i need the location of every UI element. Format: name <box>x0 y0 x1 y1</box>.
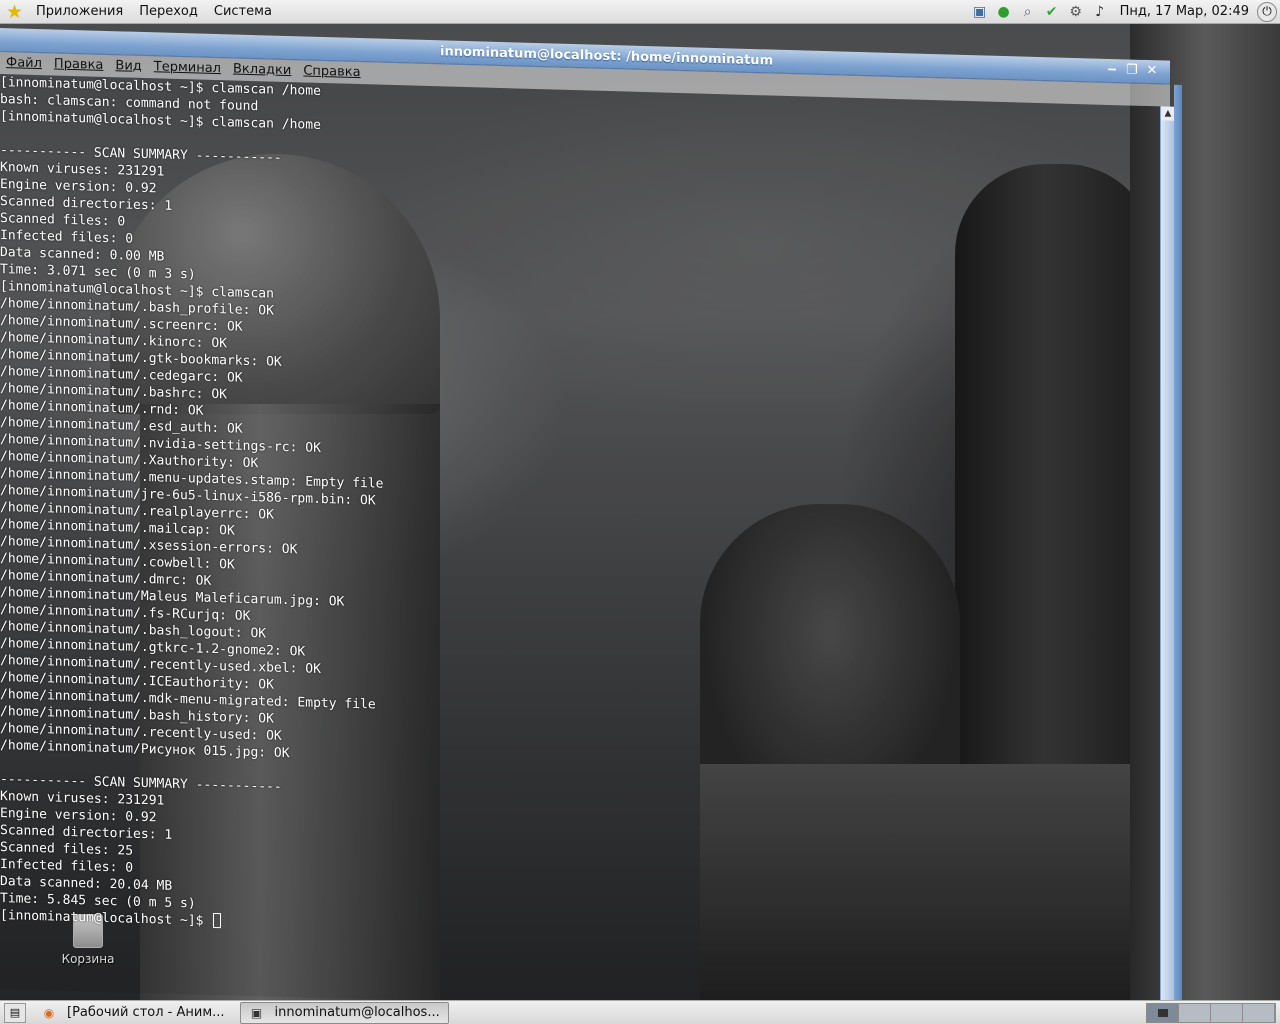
update-check-icon[interactable]: ✔ <box>1042 2 1062 22</box>
taskbar-item-label: [Рабочий стол - Аним... <box>67 1005 225 1020</box>
terminal-icon: ▣ <box>250 1005 263 1020</box>
firefox-icon: ◉ <box>43 1005 55 1020</box>
show-desktop-icon[interactable]: ▤ <box>4 1002 26 1023</box>
window-controls: ‒ ❐ ✕ <box>1102 61 1162 81</box>
menu-system[interactable]: Система <box>206 0 280 24</box>
taskbar-item-label: innominatum@localhos... <box>274 1005 440 1020</box>
menu-edit[interactable]: Правка <box>48 53 109 77</box>
workspace-1[interactable] <box>1147 1003 1179 1022</box>
workspace-2[interactable] <box>1179 1003 1211 1022</box>
taskbar-item[interactable]: ◉ [Рабочий стол - Аним... <box>32 1002 234 1024</box>
green-status-icon[interactable]: ● <box>994 2 1014 22</box>
terminal-output[interactable]: [innominatum@localhost ~]$ clamscan /hom… <box>0 74 1160 1022</box>
menu-tabs[interactable]: Вкладки <box>227 58 297 82</box>
power-icon[interactable]: ⏻ <box>1257 1 1277 22</box>
menu-help[interactable]: Справка <box>297 60 366 84</box>
volume-icon[interactable]: ♪ <box>1090 2 1110 22</box>
taskbar-item-active[interactable]: ▣ innominatum@localhos... <box>239 1001 449 1024</box>
close-button[interactable]: ✕ <box>1142 62 1162 81</box>
network-tools-icon[interactable]: ⚙ <box>1066 2 1086 22</box>
top-panel: ★ Приложения Переход Система ▣ ● ⌕ ✔ ⚙ ♪… <box>0 0 1280 24</box>
workspace-4[interactable] <box>1243 1003 1275 1022</box>
menu-places[interactable]: Переход <box>131 0 206 24</box>
search-icon[interactable]: ⌕ <box>1018 2 1038 22</box>
menu-terminal[interactable]: Терминал <box>148 56 227 80</box>
bottom-panel: ▤ ◉ [Рабочий стол - Аним... ▣ innominatu… <box>0 1000 1280 1024</box>
network-icon[interactable]: ▣ <box>970 2 990 22</box>
menu-view[interactable]: Вид <box>109 55 147 78</box>
menu-applications[interactable]: Приложения <box>28 0 131 24</box>
terminal-cursor <box>213 912 222 929</box>
workspace-3[interactable] <box>1211 1003 1243 1022</box>
terminal-window[interactable]: innominatum@localhost: /home/innominatum… <box>0 28 1182 1024</box>
workspace-switcher <box>1146 1002 1276 1023</box>
minimize-button[interactable]: ‒ <box>1102 61 1122 80</box>
system-tray: ▣ ● ⌕ ✔ ⚙ ♪ Пнд, 17 Мар, 02:49 ⏻ <box>968 0 1280 24</box>
window-frame-right <box>1174 84 1182 1023</box>
menu-file[interactable]: Файл <box>0 52 48 75</box>
gnome-menu-star-icon[interactable]: ★ <box>6 1 28 23</box>
maximize-button[interactable]: ❐ <box>1122 61 1142 80</box>
clock[interactable]: Пнд, 17 Мар, 02:49 <box>1112 0 1257 24</box>
terminal-prompt: [innominatum@localhost ~]$ <box>0 908 212 929</box>
terminal-scrollbar[interactable]: ▲ ▼ <box>1160 106 1175 1022</box>
scroll-up-icon[interactable]: ▲ <box>1161 106 1175 121</box>
